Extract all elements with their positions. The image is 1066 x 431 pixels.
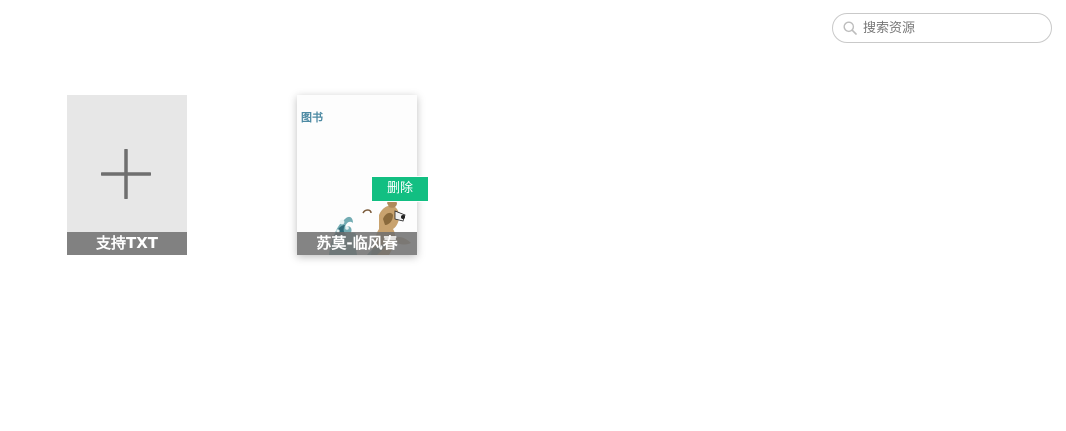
search-input[interactable] [863,18,1043,38]
delete-button[interactable]: 删除 [372,177,428,201]
add-card-label: 支持TXT [67,232,187,255]
plus-icon [101,149,151,199]
search-icon [843,21,857,35]
cover-tag: 图书 [301,111,323,124]
add-book-card[interactable]: 支持TXT [67,95,187,255]
library-page: 支持TXT 图书 苏莫- [0,0,1066,431]
book-card[interactable]: 图书 苏莫-临风春 删除 [297,95,428,255]
search-box[interactable] [832,13,1052,43]
book-title: 苏莫-临风春 [297,232,417,255]
book-cover: 图书 [297,95,417,255]
